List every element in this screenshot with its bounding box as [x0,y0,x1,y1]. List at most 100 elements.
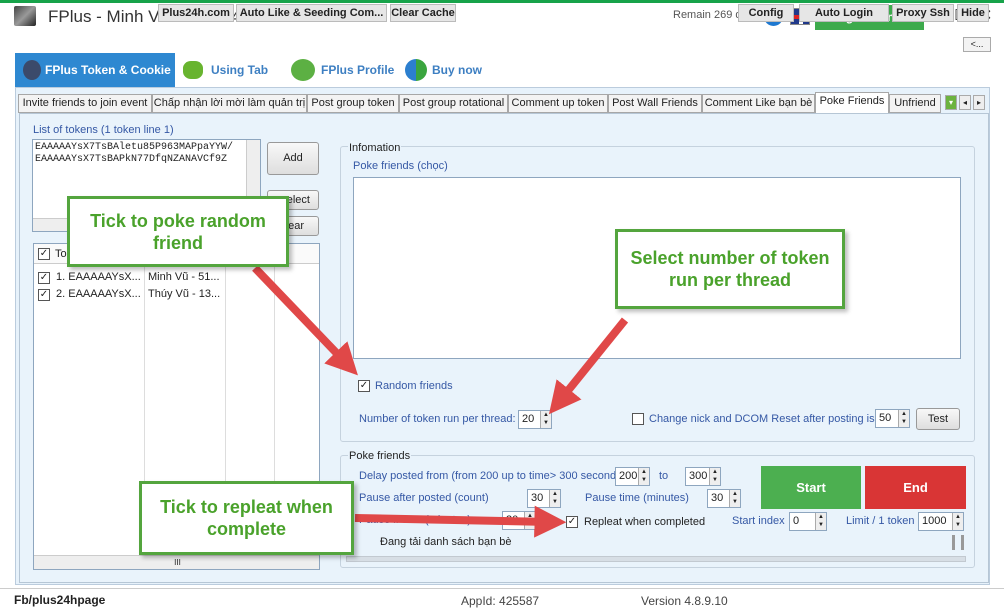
to-label: to [659,470,669,482]
pause-error-label: Pause if error(minutes) [359,514,471,526]
start-index-stepper[interactable]: 0 ▲ ▼ [789,512,827,531]
end-button[interactable]: End [865,466,966,509]
pause-time-stepper[interactable]: 30 ▲ ▼ [707,489,741,508]
random-friends-label: Random friends [375,380,453,392]
collapse-button[interactable]: <... [963,37,991,52]
proxy-ssh-button[interactable]: Proxy Ssh [892,4,954,22]
repeat-label: Repleat when completed [584,516,706,528]
delay-from-stepper[interactable]: 200 ▲ ▼ [615,467,650,486]
tab-token-cookie[interactable]: FPlus Token & Cookie [15,53,175,87]
config-button[interactable]: Config [738,4,794,22]
spin-arrows-icon[interactable]: ▲ ▼ [549,490,560,507]
token-line: EAAAAAYsX7TsBAPkN77DfqNZANAVCf9Z [35,154,228,165]
stepper-value: 0 [793,515,800,527]
row-checkbox[interactable]: ✓ [38,289,50,301]
repeat-checkbox[interactable]: ✓ [566,516,578,528]
hide-button[interactable]: Hide [957,4,989,22]
row-checkbox[interactable]: ✓ [38,272,50,284]
information-group-label: Infomation [348,142,402,154]
token-line: EAAAAAYsX7TsBAletu85P963MAPpaYYW/ [35,142,234,153]
tab-using[interactable]: Using Tab [181,53,281,87]
select-all-checkbox[interactable]: ✓ [38,248,50,260]
row-name: Thúy Vũ - 13... [148,288,221,300]
tab-comment-up-token[interactable]: Comment up token [508,94,608,113]
tab-scroll-left-icon[interactable]: ◂ [959,95,971,110]
stepper-value: 200 [619,470,638,482]
sub-tab-bar: Invite friends to join event Chấp nhận l… [18,92,990,113]
spin-arrows-icon[interactable]: ▲ ▼ [952,513,963,530]
row-token: 2. EAAAAAYsX... [56,288,141,300]
link-icon [183,61,203,79]
spin-arrows-icon[interactable]: ▲ ▼ [524,512,535,529]
stepper-value: 30 [531,492,544,504]
table-row[interactable]: ✓ 1. EAAAAAYsX... Minh Vũ - 51... [34,269,319,286]
test-button[interactable]: Test [916,408,960,430]
change-nick-label: Change nick and DCOM Reset after posting… [649,413,875,425]
tab-invite-friends[interactable]: Invite friends to join event [18,94,152,113]
tab-post-group-token[interactable]: Post group token [307,94,399,113]
stepper-value: 20 [522,413,535,425]
tab-unfriend[interactable]: Unfriend [889,94,941,113]
spin-arrows-icon[interactable]: ▲ ▼ [638,468,649,485]
pause-after-label: Pause after posted (count) [359,492,489,504]
stepper-value: 1000 [922,515,947,527]
callout-repeat: Tick to repleat when complete [139,481,354,555]
pause-icon [952,535,964,550]
spin-arrows-icon[interactable]: ▲ ▼ [729,490,740,507]
users-icon [291,59,315,81]
tab-label: Using Tab [211,63,269,77]
app-id: AppId: 425587 [461,594,540,608]
status-text: Đang tải danh sách bạn bè [380,536,512,548]
auto-like-button[interactable]: Auto Like & Seeding Com... [236,4,387,22]
tab-label: Buy now [432,63,482,77]
pause-after-stepper[interactable]: 30 ▲ ▼ [527,489,561,508]
plus24h-button[interactable]: Plus24h.com [158,4,234,22]
tab-scroll-right-icon[interactable]: ▸ [973,95,985,110]
change-nick-stepper[interactable]: 50 ▲ ▼ [875,409,910,428]
refresh-icon [405,59,427,81]
spin-arrows-icon[interactable]: ▲ ▼ [540,411,551,428]
change-nick-checkbox[interactable] [632,413,644,425]
table-hscrollbar[interactable]: III [34,555,319,569]
tokens-per-thread-stepper[interactable]: 20 ▲ ▼ [518,410,552,429]
callout-random-friend: Tick to poke random friend [67,196,289,267]
start-button[interactable]: Start [761,466,861,509]
token-icon [23,60,41,80]
main-tab-bar: FPlus Token & Cookie Using Tab FPlus Pro… [15,53,990,87]
tab-buy-now[interactable]: Buy now [403,53,493,87]
row-name: Minh Vũ - 51... [148,271,220,283]
delay-to-stepper[interactable]: 300 ▲ ▼ [685,467,721,486]
tab-label: FPlus Token & Cookie [45,63,171,77]
pause-error-stepper[interactable]: 30 ▲ ▼ [502,511,536,530]
spin-arrows-icon[interactable]: ▲ ▼ [709,468,720,485]
tab-list-dropdown-icon[interactable]: ▾ [945,95,957,110]
tab-accept-admin[interactable]: Chấp nhận lời mời làm quản trị [152,94,307,113]
start-index-label: Start index [732,515,785,527]
tab-profile[interactable]: FPlus Profile [287,53,397,87]
version-text: Version 4.8.9.10 [641,594,728,608]
pause-time-label: Pause time (minutes) [585,492,689,504]
tab-label: FPlus Profile [321,63,395,77]
spin-arrows-icon[interactable]: ▲ ▼ [815,513,826,530]
token-list-label: List of tokens (1 token line 1) [33,124,174,136]
tab-poke-friends[interactable]: Poke Friends [815,92,889,113]
stepper-value: 300 [689,470,708,482]
stepper-value: 50 [879,412,892,424]
limit-stepper[interactable]: 1000 ▲ ▼ [918,512,964,531]
random-friends-checkbox[interactable]: ✓ [358,380,370,392]
auto-login-button[interactable]: Auto Login [799,4,889,22]
facebook-page-link[interactable]: Fb/plus24hpage [14,593,105,607]
limit-label: Limit / 1 token [846,515,915,527]
tokens-per-thread-label: Number of token run per thread: [359,413,516,425]
add-button[interactable]: Add [267,142,319,175]
tab-post-wall-friends[interactable]: Post Wall Friends [608,94,702,113]
app-logo-icon [14,6,36,26]
spin-arrows-icon[interactable]: ▲ ▼ [898,410,909,427]
delay-label: Delay posted from (from 200 up to time> … [359,470,626,482]
table-row[interactable]: ✓ 2. EAAAAAYsX... Thúy Vũ - 13... [34,286,319,303]
tab-post-group-rotational[interactable]: Post group rotational [399,94,508,113]
callout-tokens-per-thread: Select number of token run per thread [615,229,845,309]
clear-cache-button[interactable]: Clear Cache [390,4,456,22]
stepper-value: 30 [711,492,724,504]
tab-comment-like[interactable]: Comment Like bạn bè [702,94,815,113]
